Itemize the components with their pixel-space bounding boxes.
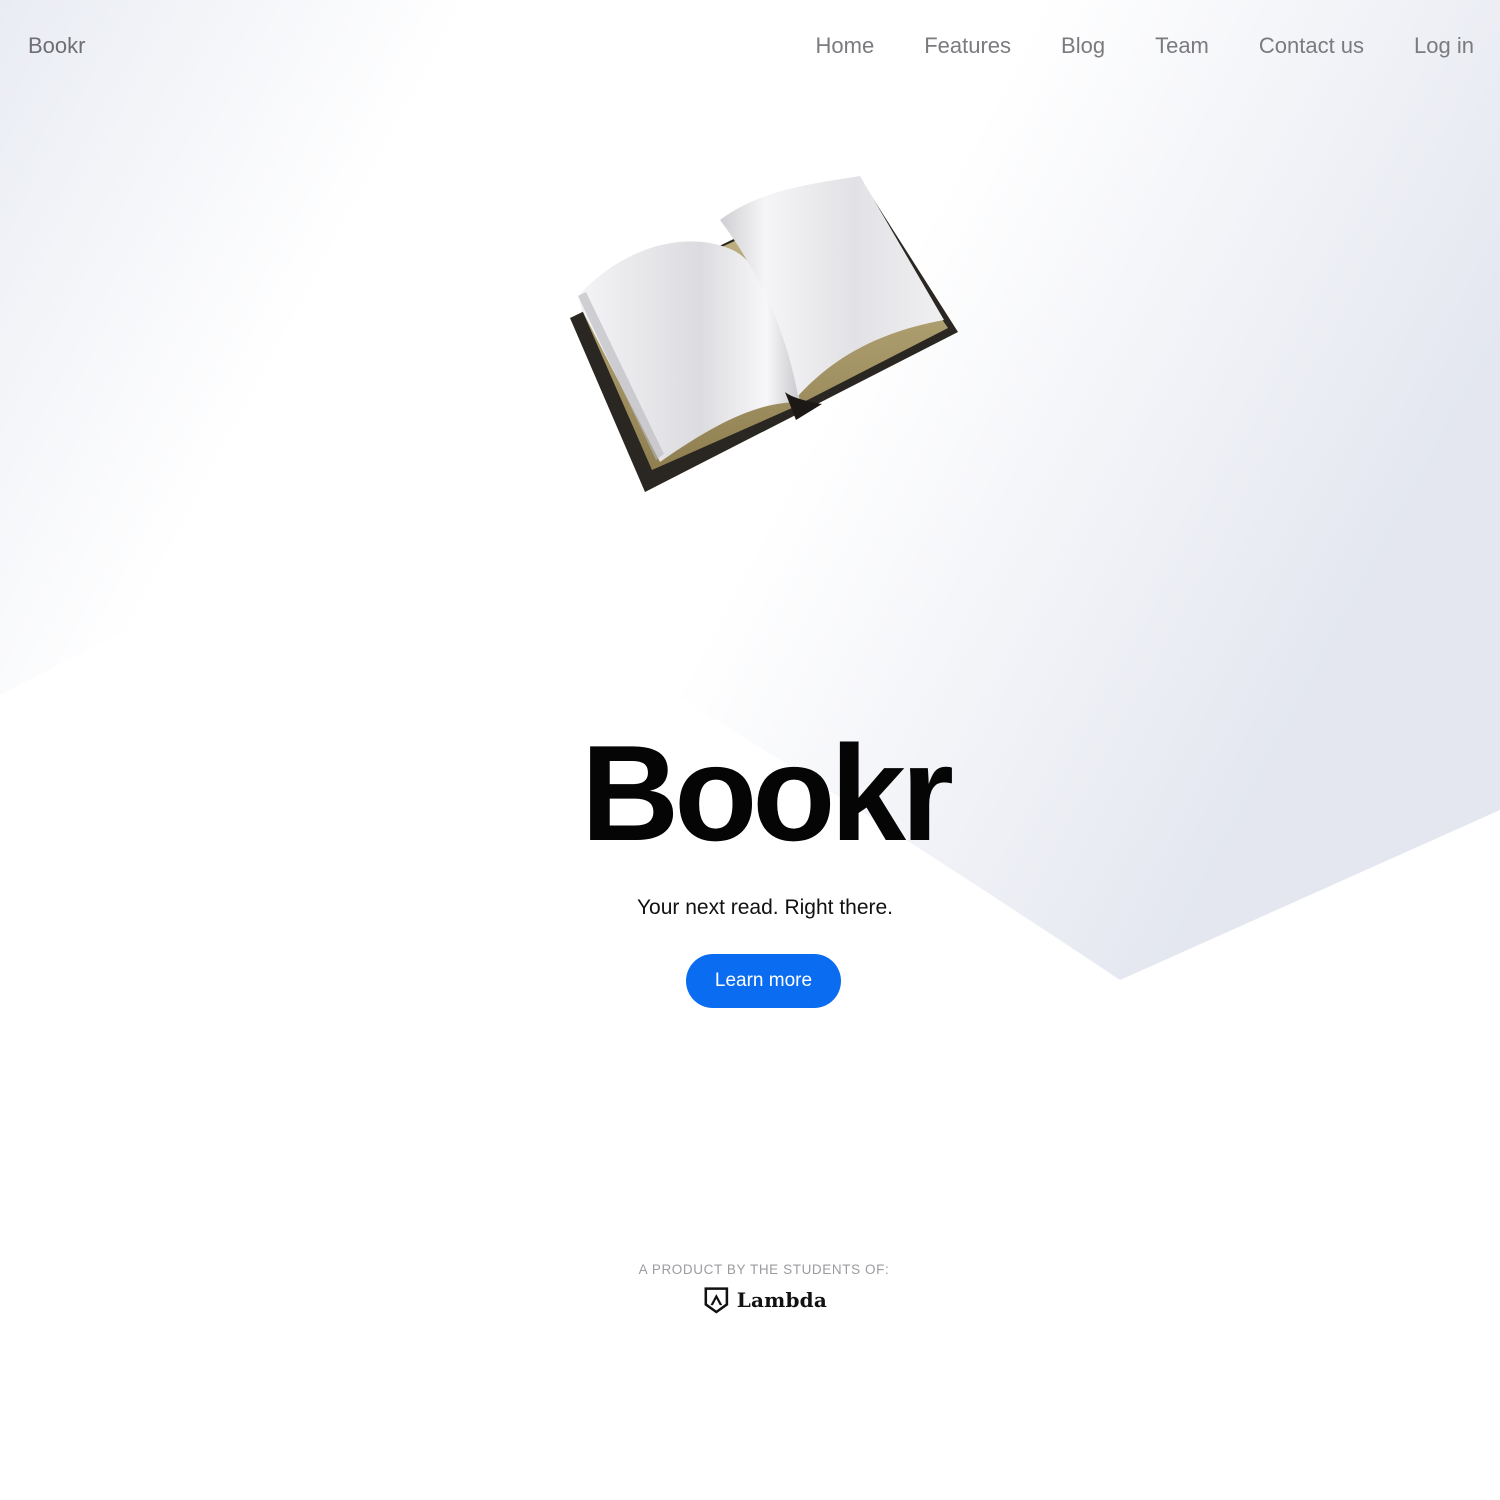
nav-link-features[interactable]: Features xyxy=(924,33,1011,59)
hero-title: Bookr xyxy=(581,717,954,869)
credit-label: A PRODUCT BY THE STUDENTS OF: xyxy=(638,1262,890,1277)
brand-link[interactable]: Bookr xyxy=(28,33,85,59)
top-navbar: Bookr Home Features Blog Team Contact us… xyxy=(0,0,1500,94)
lambda-shield-icon xyxy=(704,1287,729,1314)
nav-link-contact-us[interactable]: Contact us xyxy=(1259,33,1364,59)
lambda-logo-text: Lambda xyxy=(736,1288,827,1312)
nav-link-home[interactable]: Home xyxy=(816,33,875,59)
hero-subtitle: Your next read. Right there. xyxy=(636,896,894,919)
learn-more-button[interactable]: Learn more xyxy=(686,954,841,1008)
hero-illustration xyxy=(560,170,970,500)
nav-link-team[interactable]: Team xyxy=(1155,33,1209,59)
open-book-icon xyxy=(570,176,958,492)
nav-links: Home Features Blog Team Contact us Log i… xyxy=(766,33,1474,59)
nav-link-log-in[interactable]: Log in xyxy=(1414,33,1474,59)
landing-page: Bookr Home Features Blog Team Contact us… xyxy=(0,0,1500,1500)
nav-link-blog[interactable]: Blog xyxy=(1061,33,1105,59)
lambda-logo[interactable]: Lambda xyxy=(702,1281,827,1319)
